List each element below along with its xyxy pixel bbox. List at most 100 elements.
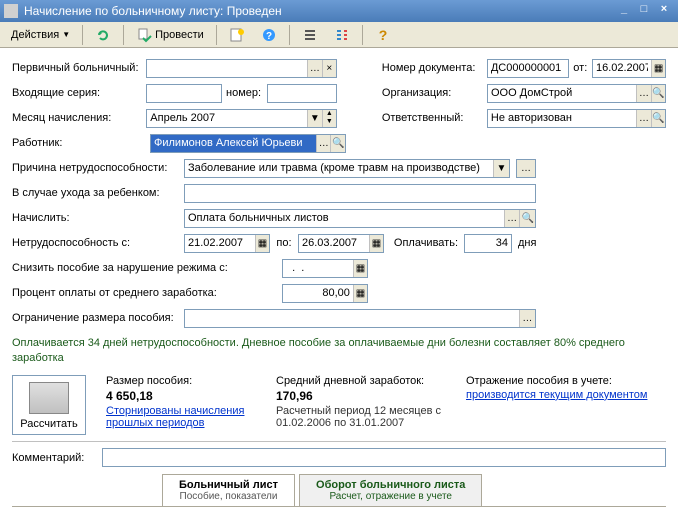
reason-extra-button[interactable]: … bbox=[516, 159, 536, 178]
list-button[interactable] bbox=[295, 25, 325, 45]
minimize-button[interactable]: _ bbox=[614, 3, 634, 19]
childcare-input[interactable] bbox=[185, 185, 535, 202]
month-input[interactable] bbox=[147, 110, 307, 127]
primary-input[interactable] bbox=[147, 60, 307, 77]
separator bbox=[289, 25, 290, 45]
tab1-label: Больничный лист bbox=[179, 479, 278, 491]
lookup-icon[interactable]: 🔍 bbox=[651, 110, 665, 127]
window-titlebar: Начисление по больничному листу: Проведе… bbox=[0, 0, 678, 22]
calendar-icon[interactable]: ▦ bbox=[369, 235, 383, 252]
tab2-sub: Расчет, отражение в учете bbox=[316, 491, 465, 502]
dropdown-icon[interactable]: ▼ bbox=[493, 160, 509, 177]
tab-turnover[interactable]: Оборот больничного листа Расчет, отражен… bbox=[299, 474, 482, 506]
divider bbox=[12, 441, 666, 442]
ellipsis-button[interactable]: … bbox=[636, 85, 650, 102]
pay-days-field[interactable] bbox=[464, 234, 512, 253]
childcare-label: В случае ухода за ребенком: bbox=[12, 187, 184, 199]
docnum-input[interactable] bbox=[488, 60, 568, 77]
month-field[interactable]: ▼ ▲▼ bbox=[146, 109, 337, 128]
clear-button[interactable]: × bbox=[322, 60, 336, 77]
docnum-label: Номер документа: bbox=[382, 62, 487, 74]
ellipsis-button[interactable]: … bbox=[307, 60, 321, 77]
ellipsis-button[interactable]: … bbox=[517, 160, 535, 177]
reason-input[interactable] bbox=[185, 160, 493, 177]
run-button[interactable]: Провести bbox=[129, 25, 211, 45]
primary-field[interactable]: … × bbox=[146, 59, 337, 78]
worker-label: Работник: bbox=[12, 137, 150, 149]
ellipsis-button[interactable]: … bbox=[504, 210, 520, 227]
limit-input[interactable] bbox=[185, 310, 519, 327]
date-from-input[interactable] bbox=[185, 235, 255, 252]
storn-link[interactable]: Сторнированы начисления прошлых периодов bbox=[106, 405, 256, 429]
refresh-icon bbox=[95, 27, 111, 43]
percent-field[interactable]: ▦ bbox=[282, 284, 368, 303]
spinner-buttons[interactable]: ▲▼ bbox=[322, 110, 336, 127]
resp-input[interactable] bbox=[488, 110, 636, 127]
refl-label: Отражение пособия в учете: bbox=[466, 375, 666, 387]
reason-label: Причина нетрудоспособности: bbox=[12, 162, 184, 174]
actions-menu[interactable]: Действия ▼ bbox=[4, 25, 77, 45]
docdate-field[interactable]: ▦ bbox=[592, 59, 666, 78]
comment-field[interactable] bbox=[102, 448, 666, 467]
close-button[interactable]: × bbox=[654, 3, 674, 19]
series-field[interactable] bbox=[146, 84, 222, 103]
calc-icon[interactable]: ▦ bbox=[353, 285, 367, 302]
date-to-field[interactable]: ▦ bbox=[298, 234, 384, 253]
app-icon bbox=[4, 4, 18, 18]
ellipsis-button[interactable]: … bbox=[636, 110, 650, 127]
size-label: Размер пособия: bbox=[106, 375, 256, 387]
calculate-button[interactable]: Рассчитать bbox=[12, 375, 86, 435]
help-button[interactable]: ? bbox=[254, 25, 284, 45]
lookup-icon[interactable]: 🔍 bbox=[519, 210, 535, 227]
limit-field[interactable]: … bbox=[184, 309, 536, 328]
tab-sick-list[interactable]: Больничный лист Пособие, показатели bbox=[162, 474, 295, 506]
chevron-down-icon: ▼ bbox=[62, 30, 70, 39]
number-input[interactable] bbox=[268, 85, 336, 102]
size-value: 4 650,18 bbox=[106, 389, 256, 403]
number-field[interactable] bbox=[267, 84, 337, 103]
dropdown-icon[interactable]: ▼ bbox=[307, 110, 321, 127]
summary-panel: Рассчитать Размер пособия: 4 650,18 Стор… bbox=[12, 375, 666, 435]
avg-label: Средний дневной заработок: bbox=[276, 375, 446, 387]
maximize-button[interactable]: □ bbox=[634, 3, 654, 19]
series-input[interactable] bbox=[147, 85, 221, 102]
reduce-date-field[interactable]: ▦ bbox=[282, 259, 368, 278]
worker-input[interactable] bbox=[151, 135, 316, 152]
worker-field[interactable]: … 🔍 bbox=[150, 134, 346, 153]
lookup-icon[interactable]: 🔍 bbox=[330, 135, 345, 152]
org-label: Организация: bbox=[382, 87, 487, 99]
comment-input[interactable] bbox=[103, 449, 665, 466]
limit-label: Ограничение размера пособия: bbox=[12, 312, 184, 324]
refresh-button[interactable] bbox=[88, 25, 118, 45]
docdate-input[interactable] bbox=[593, 60, 651, 77]
charge-field[interactable]: … 🔍 bbox=[184, 209, 536, 228]
percent-input[interactable] bbox=[283, 285, 353, 302]
calculate-label: Рассчитать bbox=[20, 418, 77, 430]
form-area: Первичный больничный: … × Номер документ… bbox=[0, 48, 678, 517]
calendar-icon[interactable]: ▦ bbox=[255, 235, 269, 252]
charge-input[interactable] bbox=[185, 210, 504, 227]
reduce-date-input[interactable] bbox=[283, 260, 353, 277]
docnum-field[interactable] bbox=[487, 59, 569, 78]
tool-button-1[interactable] bbox=[222, 25, 252, 45]
month-label: Месяц начисления: bbox=[12, 112, 146, 124]
reason-field[interactable]: ▼ bbox=[184, 159, 510, 178]
date-from-field[interactable]: ▦ bbox=[184, 234, 270, 253]
lookup-icon[interactable]: 🔍 bbox=[651, 85, 665, 102]
calendar-icon[interactable]: ▦ bbox=[353, 260, 367, 277]
childcare-field[interactable] bbox=[184, 184, 536, 203]
ellipsis-button[interactable]: … bbox=[519, 310, 535, 327]
inseries-label: Входящие серия: bbox=[12, 87, 146, 99]
ellipsis-button[interactable]: … bbox=[316, 135, 331, 152]
pay-days-input[interactable] bbox=[465, 235, 511, 252]
disab-from-label: Нетрудоспособность с: bbox=[12, 237, 184, 249]
calendar-icon[interactable]: ▦ bbox=[651, 60, 665, 77]
resp-field[interactable]: … 🔍 bbox=[487, 109, 666, 128]
config-button[interactable] bbox=[327, 25, 357, 45]
org-input[interactable] bbox=[488, 85, 636, 102]
date-to-input[interactable] bbox=[299, 235, 369, 252]
tab2-label: Оборот больничного листа bbox=[316, 479, 465, 491]
help2-button[interactable]: ? bbox=[368, 25, 398, 45]
refl-link[interactable]: производится текущим документом bbox=[466, 389, 666, 401]
org-field[interactable]: … 🔍 bbox=[487, 84, 666, 103]
